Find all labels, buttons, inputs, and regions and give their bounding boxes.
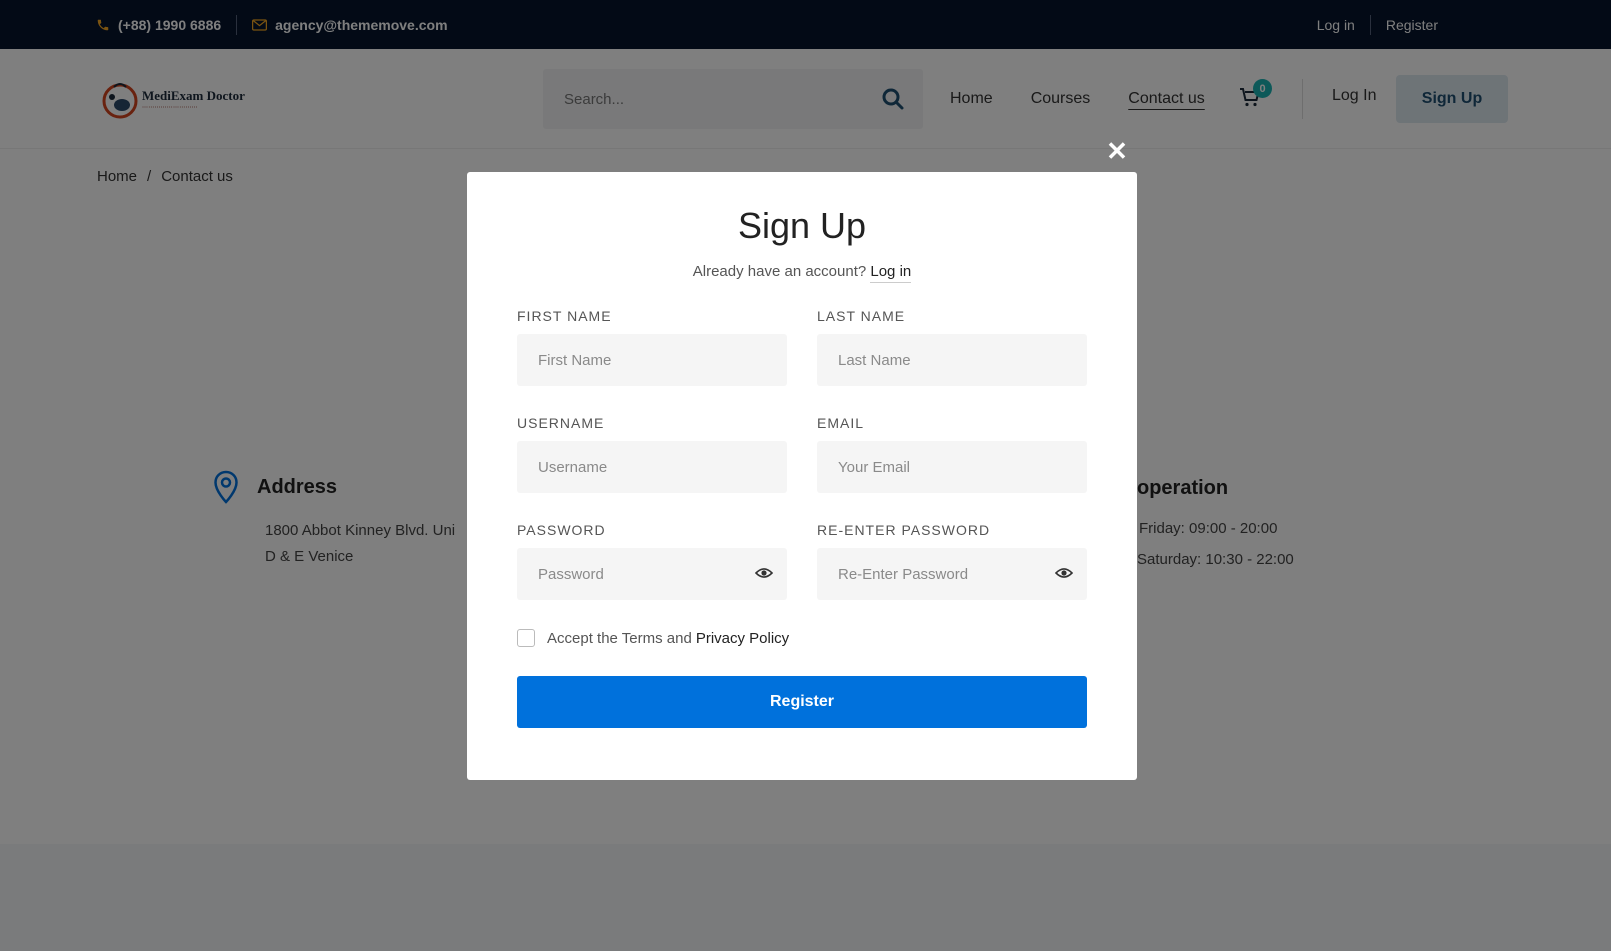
username-label: USERNAME	[517, 415, 605, 431]
repassword-field: RE-ENTER PASSWORD	[817, 522, 1087, 600]
password-label: PASSWORD	[517, 522, 606, 538]
close-icon[interactable]: ✕	[1104, 138, 1130, 164]
username-input-box	[517, 441, 787, 493]
login-prompt: Already have an account? Log in	[467, 263, 1137, 283]
modal-login-link[interactable]: Log in	[870, 263, 912, 283]
first-name-field: FIRST NAME	[517, 308, 787, 386]
privacy-policy-link[interactable]: Privacy Policy	[696, 630, 789, 647]
eye-icon[interactable]	[755, 566, 773, 580]
eye-icon[interactable]	[1055, 566, 1073, 580]
last-name-label: LAST NAME	[817, 308, 906, 324]
repassword-input[interactable]	[838, 565, 1038, 583]
email-field: EMAIL	[817, 415, 1087, 493]
email-input-box	[817, 441, 1087, 493]
password-field: PASSWORD	[517, 522, 787, 600]
first-name-input[interactable]	[538, 351, 738, 369]
terms-row: Accept the Terms and Privacy Policy	[517, 629, 789, 647]
terms-checkbox[interactable]	[517, 629, 535, 647]
modal-title: Sign Up	[737, 205, 867, 246]
login-prompt-text: Already have an account?	[692, 263, 867, 280]
register-button[interactable]: Register	[517, 676, 1087, 728]
repassword-input-box	[817, 548, 1087, 600]
last-name-input[interactable]	[838, 351, 1038, 369]
last-name-input-box	[817, 334, 1087, 386]
password-input[interactable]	[538, 565, 738, 583]
last-name-field: LAST NAME	[817, 308, 1087, 386]
terms-text: Accept the Terms and	[547, 629, 692, 647]
username-field: USERNAME	[517, 415, 787, 493]
repassword-label: RE-ENTER PASSWORD	[817, 522, 991, 538]
first-name-input-box	[517, 334, 787, 386]
email-input[interactable]	[838, 458, 1038, 476]
first-name-label: FIRST NAME	[517, 308, 612, 324]
username-input[interactable]	[538, 458, 738, 476]
password-input-box	[517, 548, 787, 600]
signup-modal: Sign Up Already have an account? Log in …	[467, 172, 1137, 780]
email-label: EMAIL	[817, 415, 865, 431]
